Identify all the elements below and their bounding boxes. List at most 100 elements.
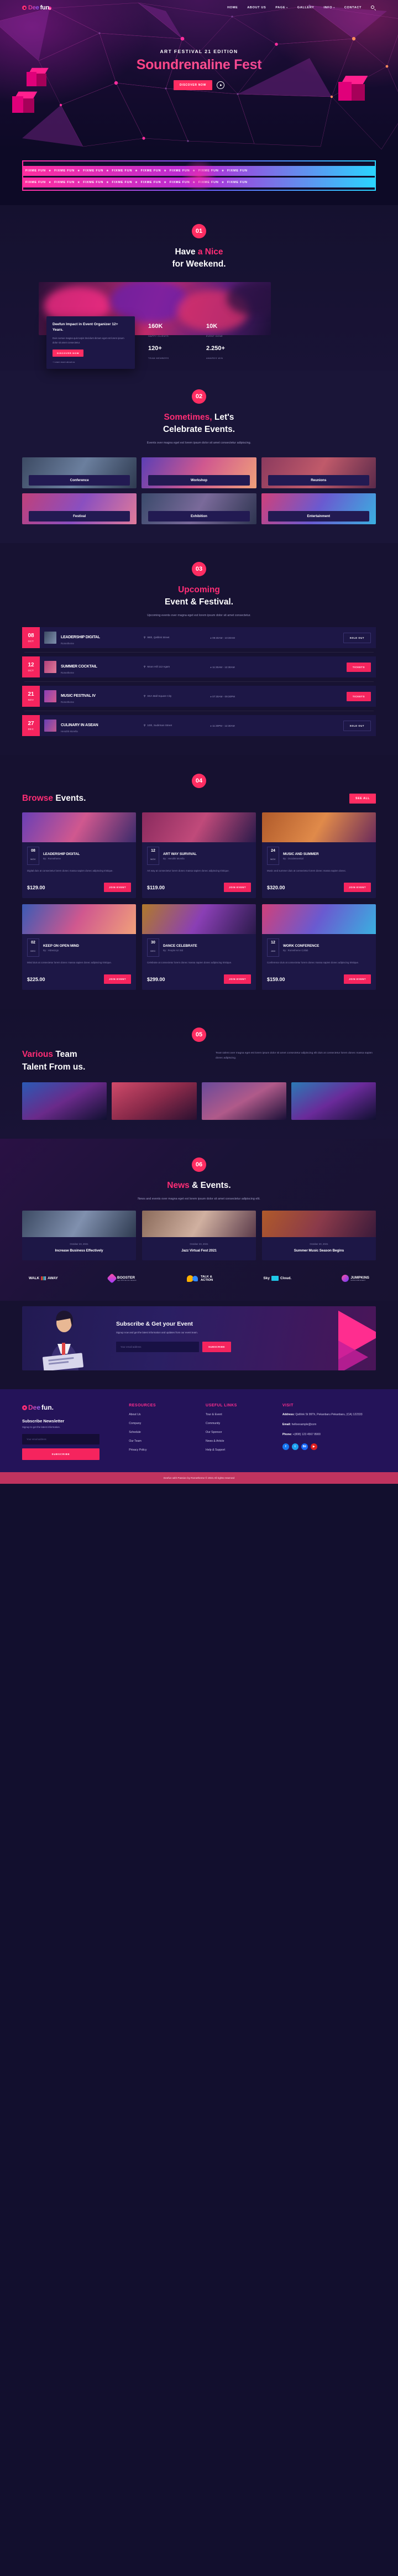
event-card-grid: 08 NOV LEADERSHIP DIGITAL By : Rometheme… <box>22 812 376 990</box>
team-member-photo[interactable] <box>112 1082 197 1120</box>
event-action-button[interactable]: TICKETS <box>346 662 371 672</box>
event-time: ◕ 11:30PM - 12:30AM <box>210 724 235 727</box>
marquee-item: FIXME FUN <box>140 181 161 184</box>
join-event-button[interactable]: JOIN EVENT <box>344 974 371 984</box>
see-all-button[interactable]: SEE ALL <box>349 794 376 804</box>
section-number-badge: 04 <box>192 774 206 789</box>
footer-link-our-team[interactable]: Our Team <box>129 1440 196 1443</box>
nav-item-info[interactable]: INFO ▾ <box>323 6 334 9</box>
category-label: Festival <box>29 510 130 522</box>
impact-card: Deefun Impact in Event Organizer 12+ Yea… <box>46 316 135 369</box>
category-card[interactable]: Workshop <box>142 457 256 488</box>
event-row[interactable]: 12 OCT SUMMER COCKTAIL Rometheme ⚲ Moon H… <box>22 656 376 678</box>
event-card-price: $299.00 <box>147 976 165 982</box>
search-icon[interactable] <box>371 5 376 11</box>
join-event-button[interactable]: JOIN EVENT <box>344 883 371 893</box>
event-card-price: $225.00 <box>27 976 45 982</box>
event-card[interactable]: 08 NOV LEADERSHIP DIGITAL By : Rometheme… <box>22 812 136 899</box>
footer-link-company[interactable]: Company <box>129 1422 196 1425</box>
category-card[interactable]: Reunions <box>261 457 376 488</box>
play-icon[interactable] <box>217 81 225 89</box>
footer-link-schedule[interactable]: Schedule <box>129 1431 196 1434</box>
marquee-item: FIXME FUN <box>54 169 75 173</box>
event-thumbnail <box>44 719 56 732</box>
nav-item-contact[interactable]: CONTACT <box>344 6 362 9</box>
event-card-month: NOV <box>270 858 276 861</box>
nav-item-page[interactable]: PAGE ▾ <box>275 6 287 9</box>
footer-logo[interactable]: Dee fun. <box>22 1404 119 1411</box>
event-card[interactable]: 30 DEC DANCE CELEBRATE By : People Art S… <box>142 904 256 990</box>
footer-link-help-support[interactable]: Help & Support <box>206 1448 273 1452</box>
footer-link-news-article[interactable]: News & Article <box>206 1440 273 1443</box>
event-row[interactable]: 08 OCT LEADERSHIP DIGITAL Rometheme ⚲ 99t… <box>22 627 376 649</box>
event-action-button[interactable]: SOLD OUT <box>343 632 371 643</box>
event-action-button[interactable]: SOLD OUT <box>343 720 371 731</box>
category-card[interactable]: Exhibition <box>142 493 256 524</box>
footer-link-our-sponsor[interactable]: Our Sponsor <box>206 1431 273 1434</box>
news-card[interactable]: October 23, 2021 Jazz Virtual Fest 2021 <box>142 1211 256 1261</box>
newsletter-subscribe-button[interactable]: SUBSCRIBE <box>202 1342 232 1353</box>
category-card[interactable]: Entertainment <box>261 493 376 524</box>
event-card[interactable]: 12 NOV ART WAY SURVIVAL By : Hendrik Mor… <box>142 812 256 899</box>
team-member-photo[interactable] <box>22 1082 107 1120</box>
event-organizer: Rometheme <box>61 642 74 645</box>
marquee-item: FIXME FUN <box>112 169 133 173</box>
stripes-icon <box>41 1276 46 1281</box>
divider <box>24 681 374 682</box>
footer-logo-dee: Dee <box>28 1404 41 1412</box>
event-card-author: By : Rometheme Collab <box>283 948 308 952</box>
news-date: October 23, 2021 <box>190 1243 208 1246</box>
event-card[interactable]: 12 JAN WORK CONFERENCE By : Rometheme Co… <box>262 904 376 990</box>
category-card[interactable]: Festival <box>22 493 137 524</box>
nav-item-gallery[interactable]: GALLERY <box>297 6 315 9</box>
footer-email-input[interactable] <box>22 1434 100 1445</box>
newsletter-email-input[interactable] <box>116 1342 199 1353</box>
event-card[interactable]: 24 NOV MUSIC AND SUMMER By : Occidensent… <box>262 812 376 899</box>
twitter-icon[interactable]: t <box>291 1443 298 1451</box>
event-card-author: By : HiDesizgn <box>43 948 59 952</box>
footer-link-privacy-policy[interactable]: Privacy Policy <box>129 1448 196 1452</box>
brand-booster: BOOSTER App VPN Service Network <box>107 1273 137 1284</box>
facebook-icon[interactable]: f <box>282 1443 289 1451</box>
category-card[interactable]: Conference <box>22 457 137 488</box>
event-row[interactable]: 21 NOV MUSIC FESTIVAL IV Rometheme ⚲ SKA … <box>22 686 376 707</box>
nav-item-about-us[interactable]: ABOUT US <box>247 6 266 9</box>
footer-subscribe-title: Subscribe Newsletter <box>22 1419 65 1424</box>
event-card-title-block: DANCE CELEBRATE By : People Art Std <box>163 944 197 952</box>
youtube-icon[interactable]: ▶ <box>310 1443 317 1451</box>
join-event-button[interactable]: JOIN EVENT <box>224 974 251 984</box>
event-card-author: By : Hendrik Morella <box>163 857 185 860</box>
team-member-photo[interactable] <box>201 1082 286 1120</box>
impact-card-more-link[interactable]: + Learn more about us <box>53 361 129 363</box>
footer-visit-title: VISIT <box>282 1404 294 1408</box>
news-card[interactable]: October 20, 2021 Summer Music Season Beg… <box>262 1211 376 1261</box>
site-logo[interactable]: Dee fun. <box>22 4 51 11</box>
event-action-button[interactable]: TICKETS <box>346 691 371 701</box>
event-row[interactable]: 27 DEC CULINARY IN ASEAN Hendrik Morella… <box>22 715 376 737</box>
nav-item-home[interactable]: HOME <box>227 6 238 9</box>
event-card-description: Mind duis at consectetur lorem donec mas… <box>27 961 112 964</box>
news-card[interactable]: October 23, 2021 Increase Business Effec… <box>22 1211 136 1261</box>
section-number-badge: 02 <box>192 389 206 404</box>
event-title-block: LEADERSHIP DIGITAL Rometheme <box>61 631 144 645</box>
join-event-button[interactable]: JOIN EVENT <box>104 974 131 984</box>
stat-label: AWARDS WIN <box>206 356 223 359</box>
event-card-author: By : Rometheme <box>43 857 61 860</box>
location-pin-icon: ⚲ <box>144 724 146 727</box>
clock-icon: ◕ <box>210 665 212 669</box>
behance-icon[interactable]: Bē <box>301 1443 308 1451</box>
impact-card-button[interactable]: DISCOVER NOW <box>53 350 84 357</box>
footer-subscribe-button[interactable]: SUBSCRIBE <box>22 1448 100 1461</box>
event-card-day: 30 <box>151 941 155 945</box>
event-card-photo <box>262 812 376 843</box>
discover-now-button[interactable]: DISCOVER NOW <box>173 80 213 90</box>
event-organizer: Rometheme <box>61 671 74 674</box>
join-event-button[interactable]: JOIN EVENT <box>104 883 131 893</box>
event-title: MUSIC FESTIVAL IV <box>61 693 96 698</box>
footer-link-about-us[interactable]: About Us <box>129 1413 196 1416</box>
footer-link-tour-event[interactable]: Tour & Event <box>206 1413 273 1416</box>
join-event-button[interactable]: JOIN EVENT <box>224 883 251 893</box>
footer-link-community[interactable]: Community <box>206 1422 273 1425</box>
event-card[interactable]: 02 DEC KEEP ON OPEN MIND By : HiDesizgn … <box>22 904 136 990</box>
team-member-photo[interactable] <box>291 1082 376 1120</box>
